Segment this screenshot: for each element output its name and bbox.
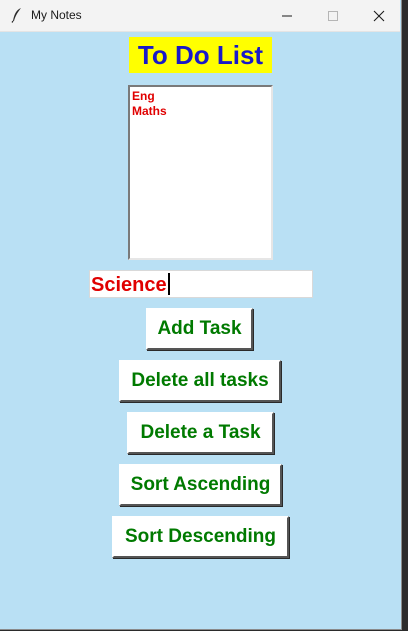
minimize-icon	[282, 15, 292, 17]
window-title: My Notes	[31, 8, 82, 22]
task-listbox[interactable]: Eng Maths	[128, 85, 273, 260]
page-title: To Do List	[129, 37, 272, 73]
add-task-button[interactable]: Add Task	[146, 308, 253, 350]
title-bar[interactable]: My Notes	[0, 0, 400, 32]
task-input[interactable]: Science	[89, 270, 313, 298]
delete-task-button[interactable]: Delete a Task	[127, 412, 274, 454]
list-item[interactable]: Maths	[132, 104, 271, 119]
maximize-button[interactable]	[310, 0, 356, 31]
close-icon	[373, 10, 385, 22]
delete-all-tasks-button[interactable]: Delete all tasks	[119, 360, 281, 402]
task-input-value: Science	[91, 273, 170, 297]
feather-pen-icon	[10, 7, 24, 23]
app-window: My Notes To Do List Eng Maths Science Ad…	[0, 0, 402, 630]
maximize-icon	[328, 11, 338, 21]
minimize-button[interactable]	[264, 0, 310, 31]
close-button[interactable]	[356, 0, 402, 31]
sort-descending-button[interactable]: Sort Descending	[112, 516, 289, 558]
text-caret	[167, 273, 170, 295]
sort-ascending-button[interactable]: Sort Ascending	[119, 464, 282, 506]
list-item[interactable]: Eng	[132, 89, 271, 104]
